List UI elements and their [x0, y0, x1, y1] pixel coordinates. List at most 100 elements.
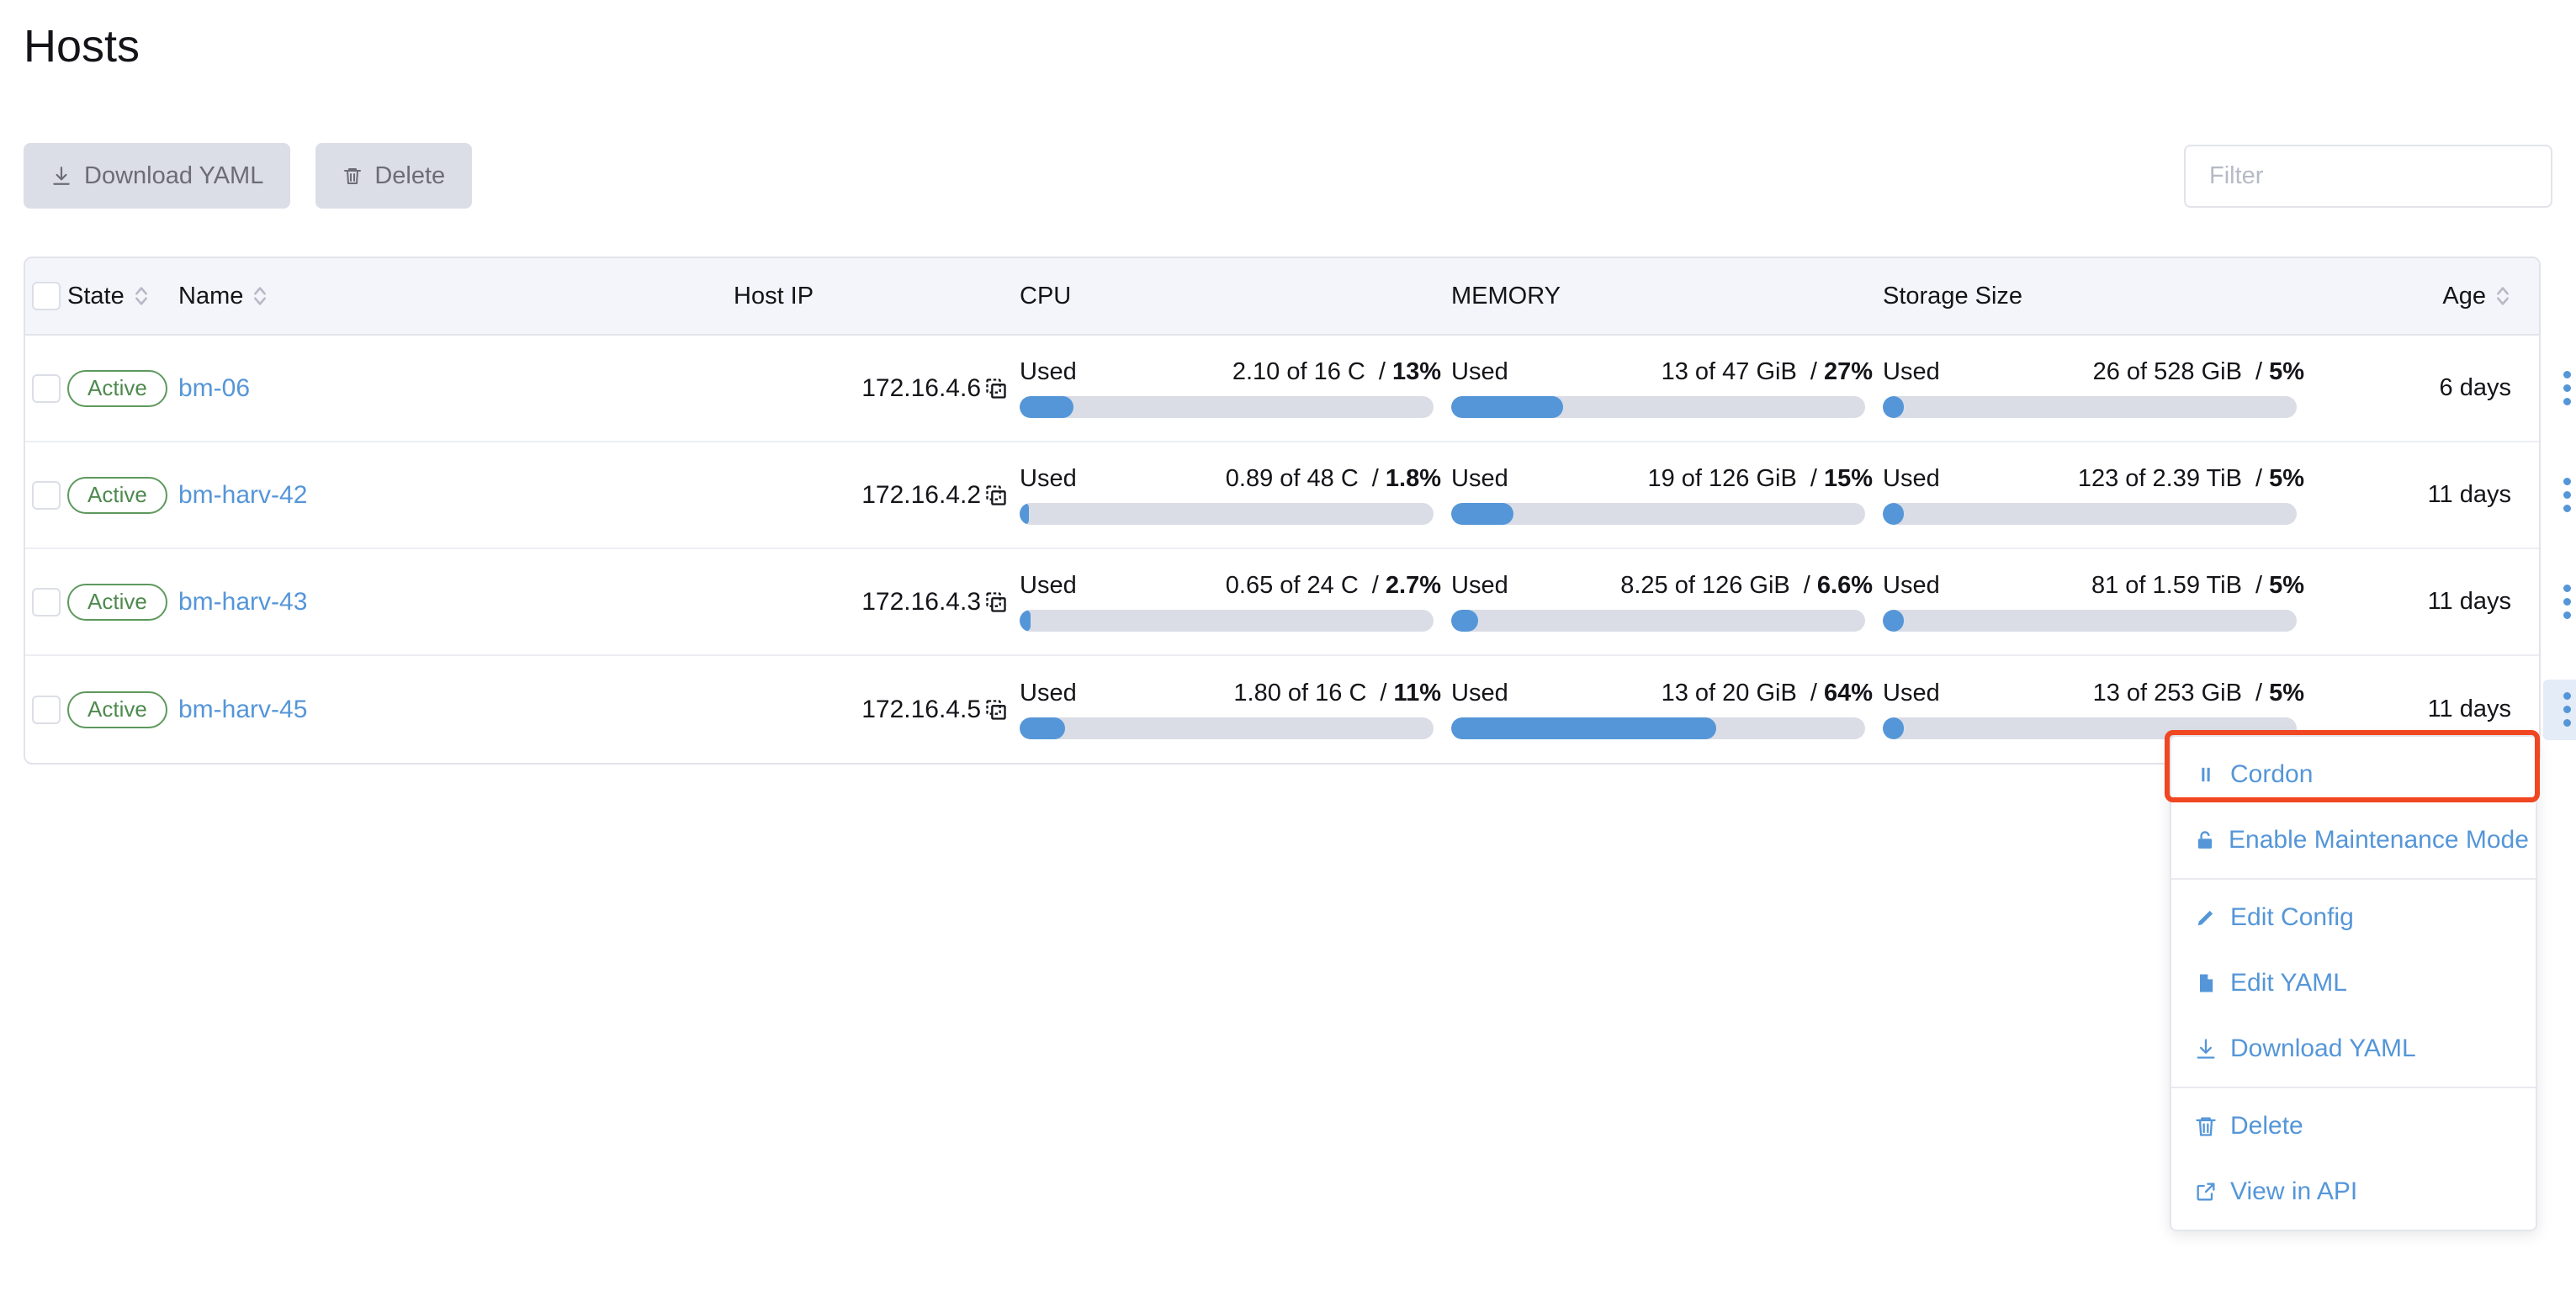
select-all-cell: [25, 282, 67, 310]
storage-used-label: Used: [1883, 572, 1940, 599]
host-name-link[interactable]: bm-harv-43: [178, 588, 307, 616]
file-icon: [2193, 971, 2218, 995]
memory-percent: / 6.6%: [1803, 572, 1873, 599]
trash-icon: [2193, 1114, 2218, 1138]
download-icon: [2193, 1037, 2218, 1061]
host-name-link[interactable]: bm-harv-42: [178, 481, 307, 509]
cpu-percent: / 13%: [1378, 358, 1441, 385]
cpu-used-label: Used: [1020, 572, 1077, 599]
cpu-progress-bar: [1020, 717, 1434, 739]
row-checkbox[interactable]: [32, 587, 61, 616]
host-ip-value: 172.16.4.2: [861, 480, 981, 509]
cell-state: Active: [67, 583, 178, 621]
memory-percent: / 27%: [1810, 358, 1873, 385]
storage-percent: / 5%: [2255, 680, 2304, 706]
memory-progress-bar: [1451, 503, 1865, 525]
download-icon: [50, 164, 72, 188]
cell-actions: [2533, 465, 2576, 526]
cpu-used-value: 0.65 of 24 C: [1225, 572, 1359, 599]
status-badge: Active: [67, 583, 167, 621]
cell-age: 6 days: [2314, 374, 2533, 402]
column-header-storage-label: Storage Size: [1883, 282, 2023, 310]
copy-icon[interactable]: [984, 590, 1008, 614]
column-header-name[interactable]: Name: [178, 283, 734, 310]
cell-host-ip: 172.16.4.6: [734, 374, 1020, 403]
cell-state: Active: [67, 369, 178, 407]
menu-item-label: Download YAML: [2230, 1034, 2416, 1062]
cell-memory: Used 13 of 20 GiB / 64%: [1451, 680, 1883, 739]
status-badge: Active: [67, 476, 167, 514]
cell-cpu: Used 2.10 of 16 C / 13%: [1020, 358, 1451, 418]
menu-item-download-yaml[interactable]: Download YAML: [2171, 1016, 2536, 1082]
row-actions-menu-button[interactable]: [2543, 679, 2576, 740]
select-all-checkbox[interactable]: [32, 282, 61, 310]
menu-item-edit-yaml[interactable]: Edit YAML: [2171, 950, 2536, 1016]
search-input[interactable]: [2184, 145, 2552, 208]
column-header-cpu: CPU: [1020, 283, 1451, 310]
memory-used-label: Used: [1451, 358, 1508, 385]
menu-item-label: Cordon: [2230, 760, 2314, 788]
hosts-page: Hosts Download YAML Delete State: [0, 0, 2576, 1307]
pause-icon: [2193, 763, 2218, 786]
column-header-age[interactable]: Age: [2314, 283, 2533, 310]
row-actions-menu-button[interactable]: [2543, 358, 2576, 419]
host-name-link[interactable]: bm-harv-45: [178, 696, 307, 723]
table-row: Active bm-06 172.16.4.6 Used 2.10 of 16 …: [25, 336, 2571, 442]
table-header-row: State Name Host IP CPU MEMORY Storage Si…: [25, 258, 2539, 336]
row-actions-menu-button[interactable]: [2543, 465, 2576, 526]
storage-used-value: 26 of 528 GiB: [2092, 358, 2242, 385]
menu-item-edit-config[interactable]: Edit Config: [2171, 885, 2536, 950]
menu-item-enable-maintenance-mode[interactable]: Enable Maintenance Mode: [2171, 807, 2536, 873]
cell-memory: Used 13 of 47 GiB / 27%: [1451, 358, 1883, 418]
filter-container: [2184, 145, 2552, 208]
menu-item-label: View in API: [2230, 1177, 2358, 1205]
storage-percent: / 5%: [2255, 572, 2304, 599]
column-header-storage: Storage Size: [1883, 283, 2314, 310]
cell-cpu: Used 0.89 of 48 C / 1.8%: [1020, 465, 1451, 525]
cell-state: Active: [67, 476, 178, 514]
host-ip-value: 172.16.4.6: [861, 373, 981, 402]
row-checkbox[interactable]: [32, 480, 61, 510]
table-row: Active bm-harv-45 172.16.4.5 Used 1.80 o…: [25, 656, 2576, 763]
status-badge: Active: [67, 369, 167, 407]
copy-icon[interactable]: [984, 484, 1008, 507]
menu-item-view-in-api[interactable]: View in API: [2171, 1159, 2536, 1225]
row-actions-menu-button[interactable]: [2543, 572, 2576, 632]
storage-used-label: Used: [1883, 465, 1940, 492]
column-header-host-ip: Host IP: [734, 283, 1020, 310]
cell-host-ip: 172.16.4.5: [734, 696, 1020, 724]
cpu-used-value: 1.80 of 16 C: [1233, 680, 1367, 706]
row-select-cell: [25, 480, 67, 510]
storage-used-value: 123 of 2.39 TiB: [2077, 465, 2242, 492]
column-header-state[interactable]: State: [67, 283, 178, 310]
table-row: Active bm-harv-42 172.16.4.2 Used 0.89 o…: [25, 442, 2571, 549]
cpu-percent: / 11%: [1380, 680, 1441, 706]
age-value: 11 days: [2427, 696, 2511, 722]
storage-used-label: Used: [1883, 358, 1940, 385]
host-name-link[interactable]: bm-06: [178, 374, 250, 402]
delete-button[interactable]: Delete: [315, 143, 473, 209]
memory-progress-bar: [1451, 396, 1865, 418]
memory-used-value: 19 of 126 GiB: [1647, 465, 1797, 492]
memory-progress-bar: [1451, 610, 1865, 632]
row-select-cell: [25, 373, 67, 403]
storage-used-label: Used: [1883, 680, 1940, 706]
age-value: 11 days: [2427, 481, 2511, 508]
row-checkbox[interactable]: [32, 373, 61, 403]
memory-used-value: 13 of 20 GiB: [1661, 680, 1797, 706]
storage-progress-bar: [1883, 503, 2297, 525]
copy-icon[interactable]: [984, 377, 1008, 400]
host-ip-value: 172.16.4.3: [861, 587, 981, 616]
cell-actions: [2533, 358, 2576, 419]
menu-separator: [2171, 1087, 2536, 1088]
column-header-age-label: Age: [2442, 282, 2486, 310]
cell-memory: Used 8.25 of 126 GiB / 6.6%: [1451, 572, 1883, 632]
sort-icon: [133, 283, 150, 309]
row-checkbox[interactable]: [32, 695, 61, 724]
menu-item-delete[interactable]: Delete: [2171, 1093, 2536, 1159]
menu-item-cordon[interactable]: Cordon: [2171, 742, 2536, 807]
cell-host-ip: 172.16.4.3: [734, 588, 1020, 616]
memory-used-label: Used: [1451, 680, 1508, 706]
download-yaml-button[interactable]: Download YAML: [24, 143, 291, 209]
copy-icon[interactable]: [984, 698, 1008, 722]
